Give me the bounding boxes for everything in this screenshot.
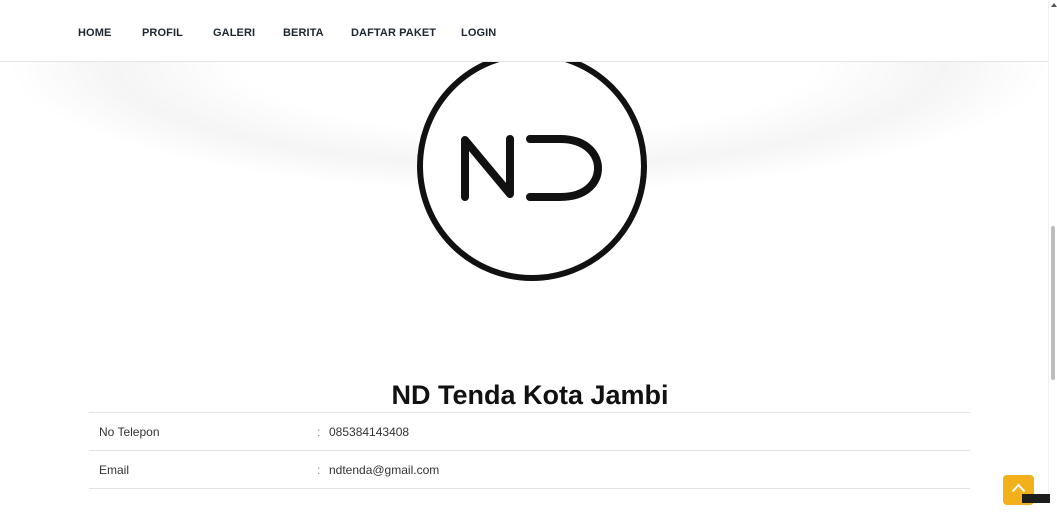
- nd-circle-logo-icon: [410, 44, 654, 288]
- nav-home[interactable]: HOME: [78, 27, 111, 39]
- scrollbar-thumb[interactable]: [1051, 226, 1055, 380]
- nav-profil[interactable]: PROFIL: [142, 27, 183, 39]
- table-row: No Telepon : 085384143408: [89, 413, 970, 451]
- info-label: No Telepon: [89, 413, 317, 451]
- table-row: Email : ndtenda@gmail.com: [89, 451, 970, 489]
- phone-value: 085384143408: [329, 413, 970, 451]
- top-navbar: HOME PROFIL GALERI BERITA DAFTAR PAKET L…: [0, 0, 1049, 62]
- scroll-up-arrow-icon[interactable]: [1051, 3, 1057, 7]
- nav-login[interactable]: LOGIN: [461, 27, 496, 39]
- contact-info-table: No Telepon : 085384143408 Email : ndtend…: [89, 412, 970, 526]
- nav-daftar-paket[interactable]: DAFTAR PAKET: [351, 27, 436, 39]
- info-separator: :: [317, 451, 329, 489]
- page-scrollbar[interactable]: [1048, 0, 1057, 503]
- info-label: Email: [89, 451, 317, 489]
- nav-berita[interactable]: BERITA: [283, 27, 324, 39]
- info-separator: :: [317, 413, 329, 451]
- nd-logo: [410, 44, 654, 288]
- chevron-up-icon: [1011, 483, 1026, 493]
- business-name: ND Tenda Kota Jambi: [0, 380, 1057, 411]
- nav-galeri[interactable]: GALERI: [213, 27, 255, 39]
- table-row: [89, 489, 970, 526]
- email-value: ndtenda@gmail.com: [329, 451, 970, 489]
- floating-widget[interactable]: [1022, 494, 1050, 503]
